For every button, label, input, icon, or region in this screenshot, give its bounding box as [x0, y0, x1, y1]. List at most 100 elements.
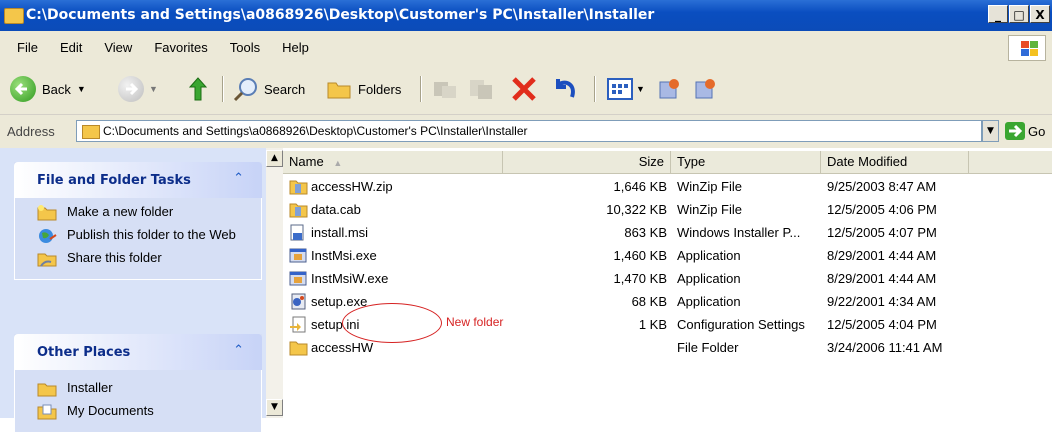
annotation-ellipse: [342, 303, 442, 343]
column-header-size[interactable]: Size: [503, 151, 671, 173]
sort-ascending-icon: ▲: [333, 158, 343, 168]
windows-logo-icon: [1008, 35, 1046, 61]
file-row[interactable]: InstMsi.exe 1,460 KB Application 8/29/20…: [283, 245, 1052, 267]
properties-icon: [659, 79, 679, 99]
task-share-folder[interactable]: Share this folder: [15, 250, 261, 267]
address-input[interactable]: C:\Documents and Settings\a0868926\Deskt…: [76, 120, 982, 142]
menu-bar: File Edit View Favorites Tools Help: [0, 31, 1052, 65]
toolbar-separator: [420, 76, 422, 102]
folders-button[interactable]: Folders: [326, 74, 401, 104]
menu-tools[interactable]: Tools: [219, 40, 271, 55]
column-header-name[interactable]: Name ▲: [283, 151, 503, 173]
chevron-down-icon: ▼: [149, 84, 158, 94]
task-pane: File and Folder Tasks ⌃ Make a new folde…: [0, 148, 266, 433]
panel-header[interactable]: Other Places ⌃: [14, 334, 262, 370]
back-label: Back: [42, 81, 71, 97]
folder-icon: [37, 383, 57, 397]
file-name: accessHW.zip: [311, 179, 393, 194]
file-name: data.cab: [311, 202, 361, 217]
file-type: WinZip File: [677, 179, 743, 194]
chevron-down-icon: ▼: [636, 84, 645, 94]
folder-icon: [4, 8, 24, 24]
file-date: 3/24/2006 11:41 AM: [827, 340, 943, 355]
up-arrow-icon: [188, 77, 208, 101]
zip-icon: [289, 180, 308, 195]
task-publish-web[interactable]: Publish this folder to the Web: [15, 227, 261, 243]
folder-icon: [289, 341, 308, 356]
file-size: 1 KB: [638, 317, 667, 332]
column-header-date[interactable]: Date Modified: [821, 151, 969, 173]
properties-icon: [695, 79, 715, 99]
up-folder-button[interactable]: [186, 74, 210, 104]
file-row[interactable]: InstMsiW.exe 1,470 KB Application 8/29/2…: [283, 268, 1052, 290]
place-my-documents[interactable]: My Documents: [15, 403, 261, 420]
file-type: File Folder: [677, 340, 739, 355]
task-make-folder[interactable]: Make a new folder: [15, 204, 261, 221]
views-icon: [607, 78, 633, 100]
move-to-button[interactable]: [432, 74, 458, 104]
file-type: Application: [677, 271, 741, 286]
toolbar: Back ▼ ▼ Search Folders ▼: [0, 64, 1052, 115]
delete-icon: [512, 77, 536, 101]
search-label: Search: [264, 81, 306, 97]
folders-label: Folders: [358, 81, 402, 97]
file-date: 12/5/2005 4:07 PM: [827, 225, 937, 240]
file-type: WinZip File: [677, 202, 743, 217]
back-button[interactable]: Back ▼: [10, 74, 86, 104]
menu-view[interactable]: View: [93, 40, 143, 55]
maximize-button[interactable]: □: [1009, 5, 1029, 23]
file-date: 8/29/2001 4:44 AM: [827, 271, 937, 286]
collapse-icon[interactable]: ⌃: [233, 343, 244, 358]
file-name: accessHW: [311, 340, 374, 355]
go-button[interactable]: [1005, 122, 1025, 140]
delete-button[interactable]: [510, 74, 538, 104]
window-controls: _ □ X: [988, 5, 1050, 23]
file-type: Application: [677, 248, 741, 263]
task-pane-scrollbar[interactable]: ▲ ▼: [266, 148, 283, 418]
menu-help[interactable]: Help: [271, 40, 320, 55]
scroll-down-button[interactable]: ▼: [266, 399, 283, 416]
panel-title: File and Folder Tasks: [37, 173, 191, 188]
menu-file[interactable]: File: [6, 40, 49, 55]
search-button[interactable]: Search: [232, 74, 305, 104]
search-icon: [233, 78, 257, 102]
panel-header[interactable]: File and Folder Tasks ⌃: [14, 162, 262, 198]
new-folder-icon: [37, 205, 57, 221]
file-row[interactable]: data.cab 10,322 KB WinZip File 12/5/2005…: [283, 199, 1052, 221]
move-to-icon: [434, 82, 456, 98]
address-label: Address: [7, 124, 55, 139]
file-type: Application: [677, 294, 741, 309]
properties2-button[interactable]: [692, 74, 718, 104]
file-row[interactable]: install.msi 863 KB Windows Installer P..…: [283, 222, 1052, 244]
place-installer[interactable]: Installer: [15, 380, 261, 397]
menu-favorites[interactable]: Favorites: [143, 40, 218, 55]
file-row[interactable]: accessHW.zip 1,646 KB WinZip File 9/25/2…: [283, 176, 1052, 198]
file-list: Name ▲ Size Type Date Modified accessHW.…: [283, 148, 1052, 418]
forward-arrow-icon: [118, 76, 144, 102]
address-dropdown-button[interactable]: ▼: [982, 120, 999, 142]
globe-icon: [39, 229, 57, 243]
undo-button[interactable]: [550, 74, 578, 104]
file-size: 10,322 KB: [606, 202, 667, 217]
column-header-type[interactable]: Type: [671, 151, 821, 173]
file-date: 12/5/2005 4:06 PM: [827, 202, 937, 217]
column-header-row: Name ▲ Size Type Date Modified: [283, 151, 1052, 174]
menu-edit[interactable]: Edit: [49, 40, 93, 55]
go-label[interactable]: Go: [1028, 124, 1045, 139]
collapse-icon[interactable]: ⌃: [233, 171, 244, 186]
my-documents-icon: [37, 404, 57, 420]
ini-icon: [290, 316, 306, 333]
scroll-up-button[interactable]: ▲: [266, 150, 283, 167]
file-size: 1,460 KB: [613, 248, 668, 263]
file-name: InstMsiW.exe: [311, 271, 389, 286]
file-folder-tasks-panel: File and Folder Tasks ⌃ Make a new folde…: [14, 162, 262, 280]
views-button[interactable]: ▼: [606, 74, 645, 104]
forward-button[interactable]: ▼: [118, 74, 158, 104]
close-button[interactable]: X: [1030, 5, 1050, 23]
properties-button[interactable]: [656, 74, 682, 104]
minimize-button[interactable]: _: [988, 5, 1008, 23]
place-label: My Documents: [67, 403, 154, 418]
file-size: 863 KB: [624, 225, 667, 240]
copy-to-button[interactable]: [468, 74, 494, 104]
chevron-down-icon: ▼: [76, 84, 86, 94]
